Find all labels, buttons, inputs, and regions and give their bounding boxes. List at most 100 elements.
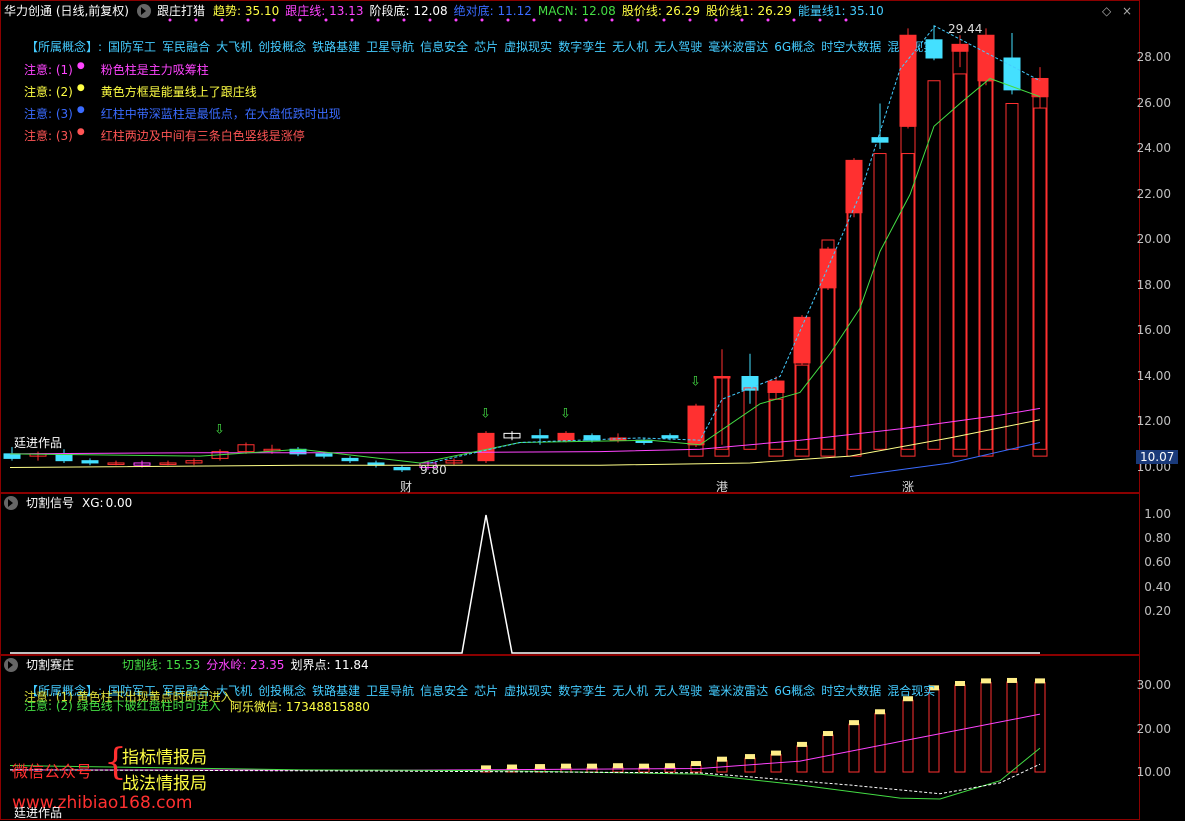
cut-bar-cap [797,741,807,747]
cut-bar-cap [665,763,675,769]
top-dot [194,18,198,22]
candle-body [557,432,575,441]
candle-body [1031,77,1049,98]
price-tick: 18.00 [1136,277,1171,292]
top-dot [610,18,614,22]
energy-bar [1032,96,1048,457]
signal-tick: 0.80 [1144,531,1171,546]
candle-body [583,435,601,441]
cut-bar-cap [717,756,727,762]
energy-bar [820,287,836,457]
cut-bar [874,712,886,773]
event-marker-gang[interactable]: 港 [716,478,728,495]
signal-tick: 0.20 [1144,603,1171,618]
candle-body [767,380,785,393]
buy-arrow-icon: ⇩ [480,406,491,421]
concept-tag[interactable]: 无人机 [612,682,648,699]
price-tick: 12.00 [1136,414,1171,428]
cut-bar-cap [613,763,623,769]
concept-tag[interactable]: 铁路基建 [312,682,360,699]
energy-bar [978,80,994,457]
cut-tick: 10.00 [1136,765,1171,779]
concept-tag[interactable]: 混合现实 [887,682,935,699]
top-dot [298,18,302,22]
cut-bar [822,734,834,773]
price-tick: 28.00 [1136,50,1171,64]
candle-body [477,432,495,462]
cut-bar-cap [981,678,991,684]
cut-bar [1034,681,1046,773]
concept-tag[interactable]: 时空大数据 [821,682,881,699]
cut-bar [1006,681,1018,773]
top-dot [688,18,692,22]
cut-bar-cap [535,764,545,770]
price-line [429,25,1041,464]
cut-bar-cap [849,720,859,726]
energy-column [953,73,967,450]
cut-bar-cap [771,750,781,756]
cut-bar [848,723,860,773]
concept-tag[interactable]: 信息安全 [420,682,468,699]
cut-tick: 30.00 [1136,678,1171,692]
candle-body [899,34,917,127]
concept-tag[interactable]: 毫米波雷达 [708,682,768,699]
candle-body [687,405,705,446]
cut-bar-cap [1035,678,1045,684]
cut-bar-cap [955,681,965,686]
cut-bar [928,688,940,773]
top-dot [662,18,666,22]
top-dot [350,18,354,22]
cut-bar-cap [691,761,701,767]
concept-tag[interactable]: 数字孪生 [558,682,606,699]
candle-body [951,43,969,52]
candle-body [531,435,549,439]
top-dot [246,18,250,22]
energy-bar [900,125,916,457]
energy-bar [952,50,968,457]
price-tick: 26.00 [1136,95,1171,110]
top-dot [636,18,640,22]
event-marker-cai[interactable]: 财 [400,478,412,495]
concept-tag[interactable]: 虚拟现实 [504,682,552,699]
signal-tick: 1.00 [1144,507,1171,521]
buy-arrow-icon: ⇩ [560,406,571,421]
top-dot [740,18,744,22]
cut-bar-cap [587,763,597,769]
panel3-note-2: 注意: (2) 绿色线下破红盘柱时可进入 [24,699,221,713]
price-tick: 22.00 [1136,186,1171,201]
top-dot [584,18,588,22]
candle-body [977,34,995,82]
cut-bar-cap [561,763,571,769]
energy-column [979,80,993,450]
cut-bar-cap [745,754,755,760]
promo-left: 微信公众号 [12,762,93,781]
energy-column [1033,107,1047,450]
energy-column [873,153,887,450]
top-dot [792,18,796,22]
concept-tag[interactable]: 创投概念 [258,682,306,699]
concept-tag[interactable]: 无人驾驶 [654,682,702,699]
energy-column [847,194,861,450]
top-dot [714,18,718,22]
candlestick-chart: ⇩ ⇩ ⇩ ⇩ [3,18,1049,478]
energy-bar [768,391,784,457]
concept-tag[interactable]: 芯片 [474,682,498,699]
concept-tag[interactable]: 卫星导航 [366,682,414,699]
top-dot [506,18,510,22]
cut-bar-cap [875,709,885,715]
candle-body [3,453,21,459]
promo-line1: 指标情报局 [122,748,207,768]
energy-column [795,364,809,450]
price-tick: 20.00 [1136,232,1171,246]
event-marker-zhang[interactable]: 涨 [902,478,914,495]
top-dot [220,18,224,22]
candle-body [925,39,943,59]
candle-body [871,137,889,143]
signal-tick: 0.60 [1144,555,1171,570]
top-dot [324,18,328,22]
energy-bar [846,212,862,457]
top-dot [454,18,458,22]
concept-tag[interactable]: 6G概念 [774,682,815,699]
top-dot [766,18,770,22]
candle-body [393,467,411,471]
